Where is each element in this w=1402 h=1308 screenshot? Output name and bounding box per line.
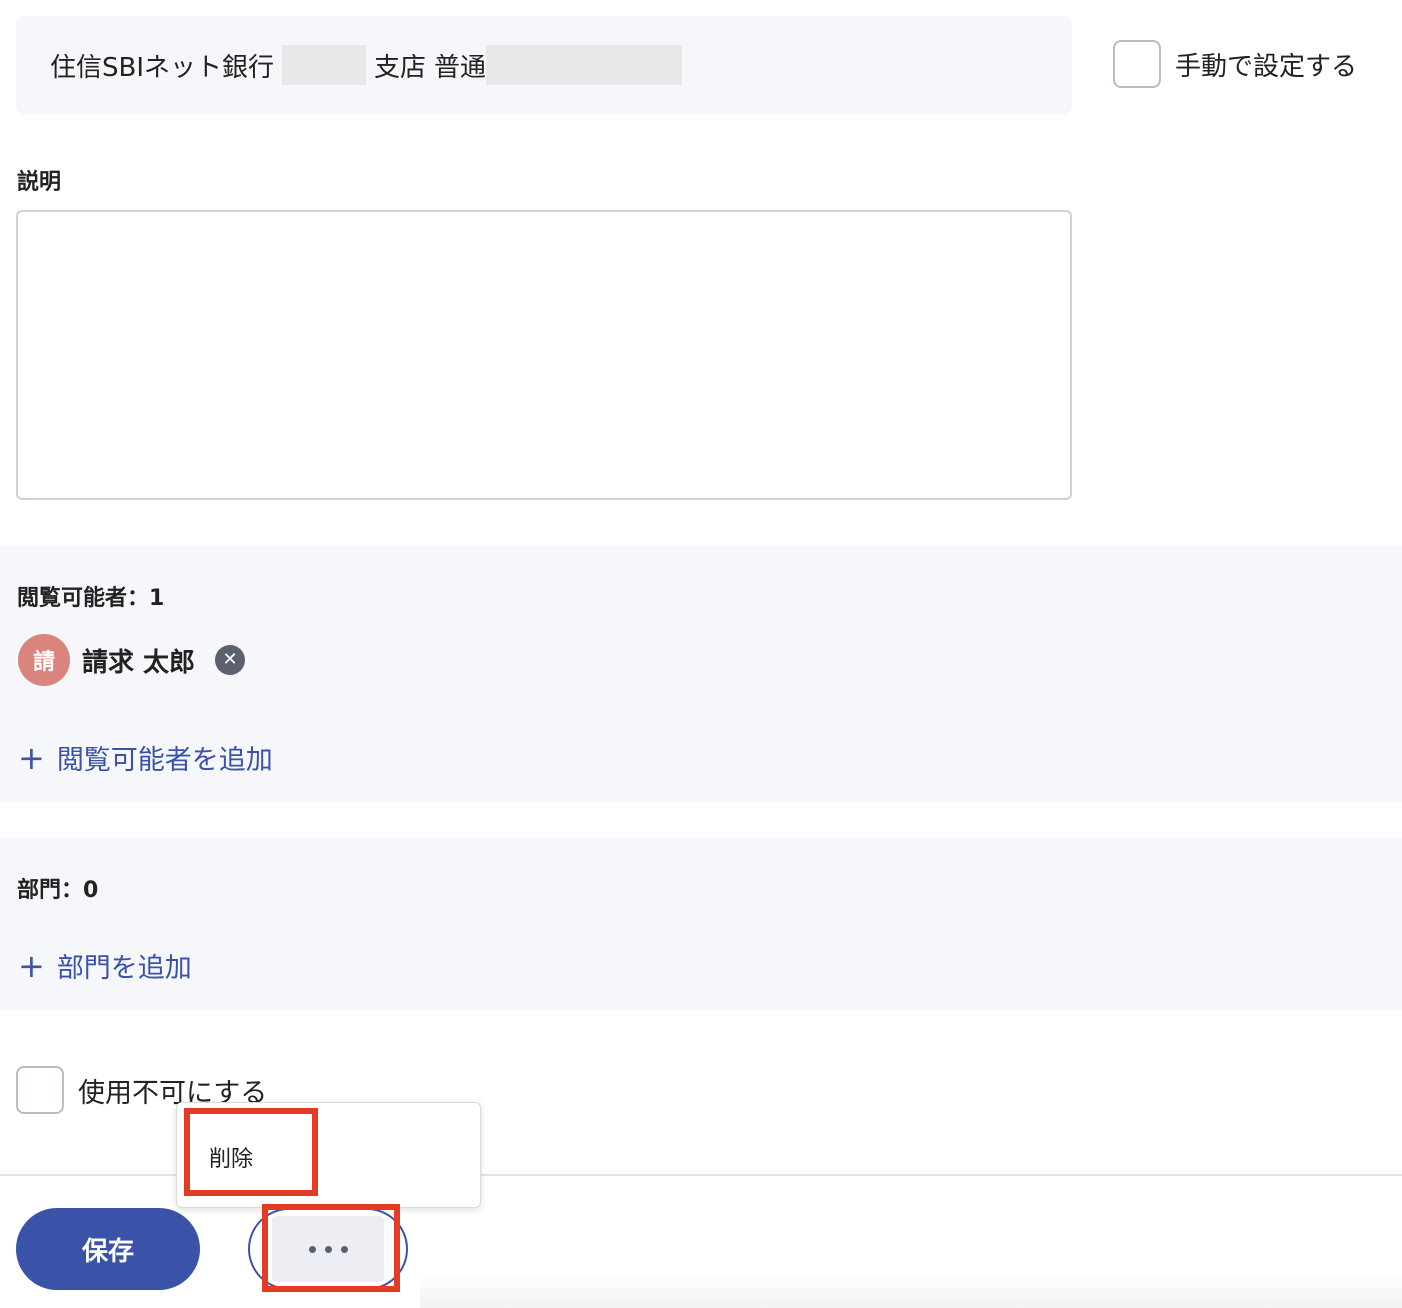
description-textarea[interactable] (16, 210, 1072, 500)
save-button[interactable]: 保存 (16, 1208, 200, 1290)
bottom-fade (420, 1270, 1402, 1308)
departments-section (0, 838, 1402, 1010)
bank-account-display: 住信SBIネット銀行 支店 普通 (16, 16, 1072, 114)
viewers-title: 閲覧可能者：1 (17, 586, 165, 611)
redacted-account-number (486, 45, 683, 85)
manual-setting-checkbox[interactable]: 手動で設定する (1113, 40, 1357, 88)
more-menu-dropdown: 削除 (176, 1102, 481, 1208)
plus-icon: + (18, 946, 45, 985)
viewer-member: 請 請求 太郎 ✕ (18, 634, 246, 686)
add-viewer-label: 閲覧可能者を追加 (56, 745, 273, 776)
checkbox-box[interactable] (1113, 40, 1161, 88)
bank-name: 住信SBIネット銀行 (50, 52, 275, 83)
departments-title: 部門：0 (17, 878, 99, 903)
description-label: 説明 (17, 170, 62, 195)
checkbox-box[interactable] (16, 1066, 64, 1114)
ellipsis-icon (272, 1216, 384, 1282)
manual-setting-label: 手動で設定する (1175, 51, 1358, 82)
member-name: 請求 太郎 (82, 647, 196, 678)
menu-item-delete[interactable]: 削除 (209, 1141, 253, 1173)
add-viewer-link[interactable]: + 閲覧可能者を追加 (18, 738, 273, 777)
plus-icon: + (18, 738, 45, 777)
more-actions-button[interactable] (248, 1208, 408, 1290)
redacted-branch-name (282, 45, 367, 85)
add-department-label: 部門を追加 (56, 953, 192, 984)
avatar: 請 (18, 634, 70, 686)
account-type: 普通 (434, 52, 487, 83)
add-department-link[interactable]: + 部門を追加 (18, 946, 192, 985)
branch-suffix: 支店 (374, 52, 427, 83)
remove-member-icon[interactable]: ✕ (215, 645, 246, 675)
